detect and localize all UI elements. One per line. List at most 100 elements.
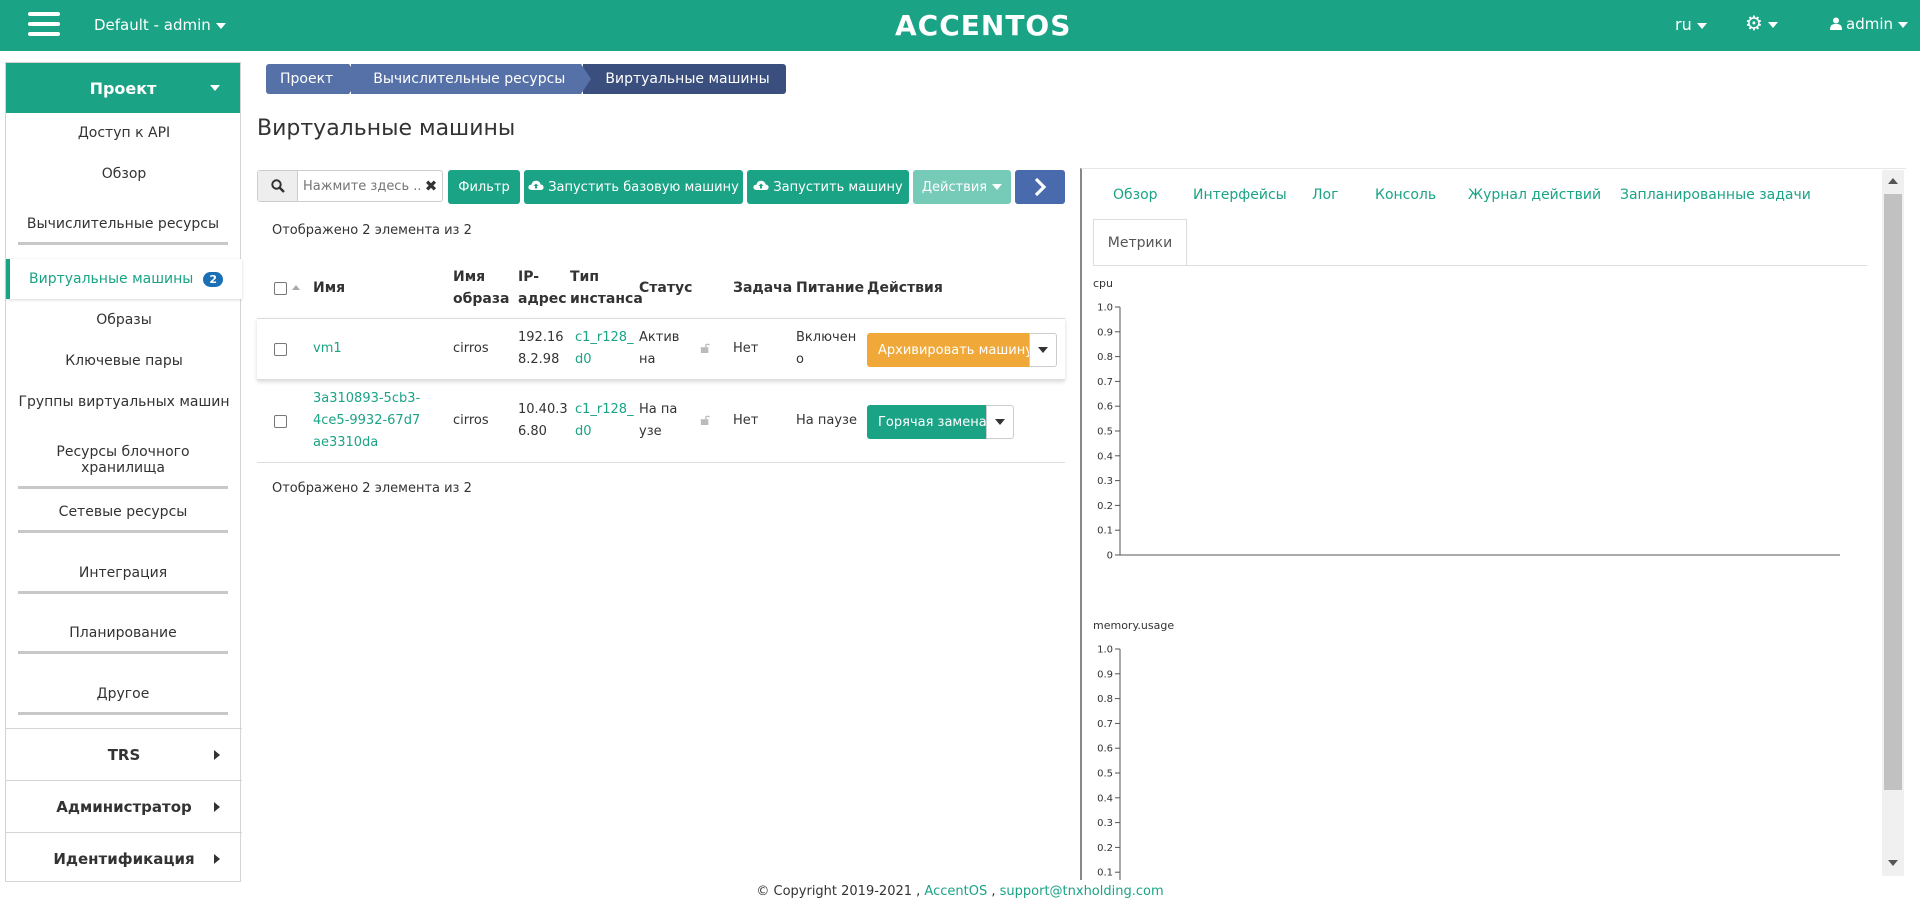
flavor-link[interactable]: c1_r128_ d0 bbox=[575, 327, 634, 371]
y-tick-label: 0.5 bbox=[1097, 769, 1113, 780]
tab-log[interactable]: Лог bbox=[1312, 187, 1338, 203]
accentos-link[interactable]: AccentOS bbox=[924, 884, 987, 899]
panel-scrollbar[interactable] bbox=[1882, 170, 1904, 876]
tab-divider bbox=[1093, 265, 1867, 266]
search-input[interactable] bbox=[298, 171, 420, 201]
project-selector[interactable]: Default - admin bbox=[94, 16, 226, 34]
archive-instance-button[interactable]: Архивировать машину bbox=[867, 333, 1044, 367]
y-tick-label: 0.7 bbox=[1097, 377, 1113, 388]
instance-name-link[interactable]: vm1 bbox=[313, 338, 342, 360]
column-header-ip[interactable]: IP-адрес bbox=[518, 266, 567, 310]
sort-asc-icon[interactable] bbox=[292, 285, 300, 290]
sidebar-group-planning[interactable]: Планирование bbox=[18, 625, 228, 654]
y-tick-label: 1.0 bbox=[1097, 645, 1113, 656]
sidebar-item-instances[interactable]: Виртуальные машины 2 bbox=[6, 259, 242, 299]
sidebar-item-server-groups[interactable]: Группы виртуальных машин bbox=[6, 394, 242, 410]
sidebar-section-trs[interactable]: TRS bbox=[6, 728, 242, 780]
tab-action-log[interactable]: Журнал действий bbox=[1468, 187, 1601, 203]
tab-console[interactable]: Консоль bbox=[1375, 187, 1436, 203]
separator: , bbox=[991, 884, 996, 899]
cell-text: d0 bbox=[575, 424, 592, 439]
column-header-image[interactable]: Имя образа bbox=[453, 266, 509, 310]
scroll-thumb[interactable] bbox=[1884, 194, 1902, 790]
row-checkbox[interactable] bbox=[274, 415, 287, 428]
instance-name-link[interactable]: 3a310893-5cb3- 4ce5-9932-67d7 ae3310da bbox=[313, 388, 420, 454]
column-header-power[interactable]: Питание bbox=[796, 277, 864, 299]
column-header-status[interactable]: Статус bbox=[639, 277, 692, 299]
cell-text: на bbox=[639, 352, 656, 367]
chart-title-cpu: cpu bbox=[1093, 277, 1114, 290]
y-tick-label: 0.9 bbox=[1097, 327, 1113, 338]
y-tick-label: 0.4 bbox=[1097, 451, 1113, 462]
sidebar-item-key-pairs[interactable]: Ключевые пары bbox=[6, 353, 242, 369]
chevron-down-icon bbox=[1696, 22, 1707, 29]
launch-base-instance-button[interactable]: Запустить базовую машину bbox=[524, 170, 743, 204]
sidebar-group-compute[interactable]: Вычислительные ресурсы bbox=[18, 216, 228, 245]
power-state: На паузе bbox=[796, 413, 857, 428]
chevron-down-icon bbox=[1898, 21, 1908, 28]
chevron-down-icon bbox=[215, 22, 226, 29]
support-email-link[interactable]: support@tnxholding.com bbox=[1000, 884, 1164, 899]
close-icon[interactable]: ✖ bbox=[420, 171, 442, 201]
sidebar-group-other[interactable]: Другое bbox=[18, 686, 228, 715]
chevron-right-icon bbox=[214, 854, 220, 864]
filter-button[interactable]: Фильтр bbox=[448, 170, 520, 204]
sidebar-group-network[interactable]: Сетевые ресурсы bbox=[18, 504, 228, 533]
cell-text: ae3310da bbox=[313, 435, 379, 450]
launch-instance-button[interactable]: Запустить машину bbox=[747, 170, 909, 204]
y-tick-label: 0.8 bbox=[1097, 694, 1113, 705]
language-selector[interactable]: ru bbox=[1675, 15, 1707, 34]
column-header-name[interactable]: Имя bbox=[313, 277, 345, 299]
page-title: Виртуальные машины bbox=[257, 116, 516, 141]
chevron-down-icon[interactable] bbox=[1888, 860, 1898, 866]
sidebar-section-admin[interactable]: Администратор bbox=[6, 780, 242, 832]
select-all-checkbox[interactable] bbox=[274, 282, 287, 295]
chevron-up-icon[interactable] bbox=[1888, 178, 1898, 184]
sidebar-section-identity[interactable]: Идентификация bbox=[6, 832, 242, 884]
flavor-link[interactable]: c1_r128_ d0 bbox=[575, 399, 634, 443]
task-text: Нет bbox=[733, 341, 759, 356]
user-menu[interactable]: admin bbox=[1830, 15, 1908, 33]
breadcrumb-compute[interactable]: Вычислительные ресурсы bbox=[351, 64, 592, 94]
chevron-down-icon bbox=[992, 184, 1003, 190]
chevron-down-icon bbox=[1767, 21, 1778, 28]
count-text-top: Отображено 2 элемента из 2 bbox=[272, 223, 472, 238]
cloud-upload-icon bbox=[753, 179, 769, 195]
toggle-panel-button[interactable] bbox=[1015, 170, 1065, 204]
chevron-down-icon bbox=[1038, 347, 1048, 353]
row-checkbox[interactable] bbox=[274, 343, 287, 356]
row-actions-dropdown[interactable] bbox=[1029, 333, 1057, 367]
sidebar-item-images[interactable]: Образы bbox=[6, 312, 242, 328]
y-tick-label: 1.0 bbox=[1097, 303, 1113, 314]
sidebar-group-integration[interactable]: Интеграция bbox=[18, 565, 228, 594]
hot-swap-button[interactable]: Горячая замена bbox=[867, 405, 998, 439]
image-name: cirros bbox=[453, 413, 489, 428]
menu-icon[interactable] bbox=[28, 12, 60, 40]
actions-dropdown-button[interactable]: Действия bbox=[913, 170, 1011, 204]
top-bar: Default - admin ACCENTOS ru ⚙ admin bbox=[0, 0, 1920, 51]
y-tick-label: 0.9 bbox=[1097, 669, 1113, 680]
column-header-task[interactable]: Задача bbox=[733, 277, 792, 299]
sidebar-group-block-storage[interactable]: Ресурсы блочного хранилища bbox=[18, 444, 228, 489]
header-text: Имя bbox=[453, 269, 486, 285]
column-header-flavor[interactable]: Тип инстанса bbox=[570, 266, 643, 310]
search-icon bbox=[270, 179, 285, 193]
header-text: образа bbox=[453, 291, 510, 307]
settings-menu[interactable]: ⚙ bbox=[1745, 11, 1778, 35]
sidebar-item-overview[interactable]: Обзор bbox=[6, 166, 242, 182]
tab-scheduled-tasks[interactable]: Запланированные задачи bbox=[1620, 187, 1811, 203]
sidebar-item-api-access[interactable]: Доступ к API bbox=[6, 125, 242, 141]
tab-metrics[interactable]: Метрики bbox=[1093, 219, 1187, 265]
user-name: admin bbox=[1846, 15, 1893, 33]
tab-overview[interactable]: Обзор bbox=[1113, 187, 1158, 203]
row-actions-dropdown[interactable] bbox=[986, 405, 1014, 439]
header-text: IP- bbox=[518, 269, 540, 285]
search-button[interactable] bbox=[258, 171, 298, 201]
task-text: Нет bbox=[733, 413, 759, 428]
cell-text: c1_r128_ bbox=[575, 330, 634, 345]
breadcrumb-project[interactable]: Проект bbox=[266, 64, 360, 94]
sidebar-project-header[interactable]: Проект bbox=[6, 63, 240, 113]
ip-address: 192.16 8.2.98 bbox=[518, 327, 564, 371]
tab-interfaces[interactable]: Интерфейсы bbox=[1193, 187, 1287, 203]
cell-text: d0 bbox=[575, 352, 592, 367]
